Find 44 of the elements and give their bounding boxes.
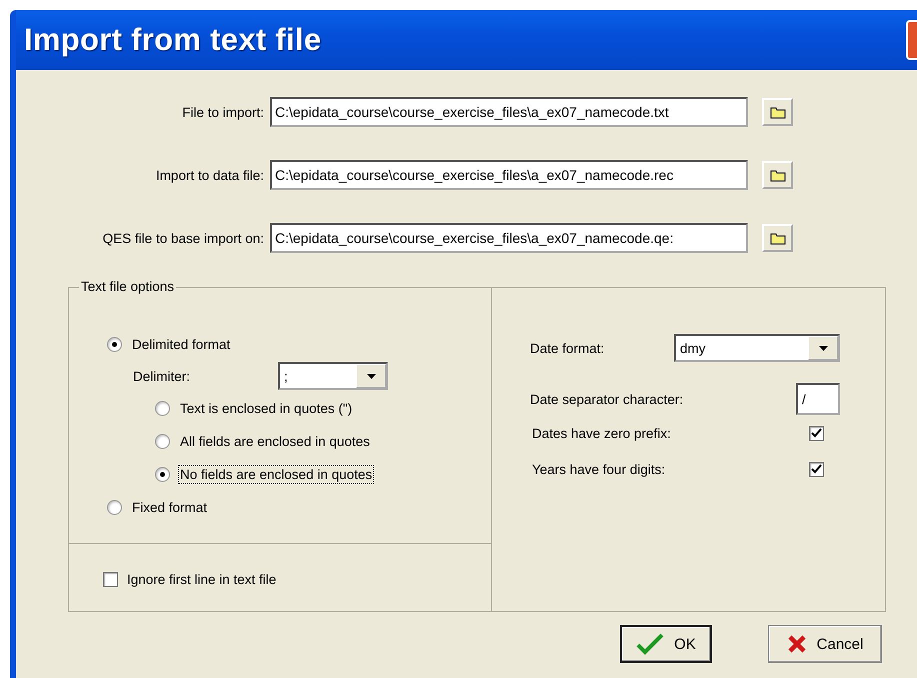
option-label: Text is enclosed in quotes (") (179, 400, 354, 416)
folder-icon (770, 232, 786, 244)
window-title: Import from text file (24, 22, 322, 58)
browse-button[interactable] (762, 98, 793, 126)
option-label: All fields are enclosed in quotes (179, 432, 371, 450)
checkbox-label: Ignore first line in text file (127, 572, 276, 586)
check-icon (636, 633, 664, 655)
option-label: Delimited format (131, 336, 232, 352)
folder-icon (770, 168, 786, 182)
field-label: Date separator character: (530, 392, 684, 406)
caret-icon (366, 374, 376, 378)
field-label: Import to data file: (154, 168, 265, 182)
cross-icon (786, 634, 807, 654)
path-field[interactable]: C:\epidata_course\course_exercise_files\a_ex07_namecode.qe: (270, 223, 748, 253)
delimiter-dropdown[interactable]: ; (278, 362, 388, 390)
browse-button[interactable] (762, 224, 793, 252)
check-icon (811, 428, 822, 438)
field-label: Date format: (530, 340, 604, 356)
checkbox[interactable] (809, 426, 824, 440)
group-title: Text file options (79, 279, 176, 294)
checkbox-label: Dates have zero prefix: (531, 426, 671, 440)
checkbox-label: Years have four digits: (531, 462, 666, 476)
radio-button[interactable] (107, 336, 122, 352)
delimiter-label: Delimiter: (133, 368, 192, 384)
date-format-dropdown[interactable]: dmy (674, 334, 840, 362)
radio-button[interactable] (107, 500, 122, 514)
option-label: No fields are enclosed in quotes (179, 466, 374, 482)
checkbox[interactable] (103, 572, 118, 586)
option-label: Fixed format (131, 498, 208, 516)
field-label: QES file to base import on: (102, 230, 265, 246)
ok-button[interactable]: OK (620, 625, 712, 663)
path-field[interactable]: C:\epidata_course\course_exercise_files\a_ex07_namecode.rec (270, 160, 748, 190)
radio-button[interactable] (155, 466, 170, 482)
separator-field[interactable]: / (796, 383, 840, 415)
path-field[interactable]: C:\epidata_course\course_exercise_files\a_ex07_namecode.txt (270, 97, 748, 127)
caret-icon (818, 346, 828, 350)
cancel-button[interactable]: Cancel (768, 625, 882, 663)
radio-button[interactable] (155, 400, 170, 416)
browse-button[interactable] (762, 161, 793, 189)
checkbox[interactable] (809, 462, 824, 476)
radio-button[interactable] (155, 434, 170, 448)
field-label: File to import: (181, 104, 265, 120)
check-icon (811, 464, 822, 474)
folder-icon (770, 106, 786, 118)
